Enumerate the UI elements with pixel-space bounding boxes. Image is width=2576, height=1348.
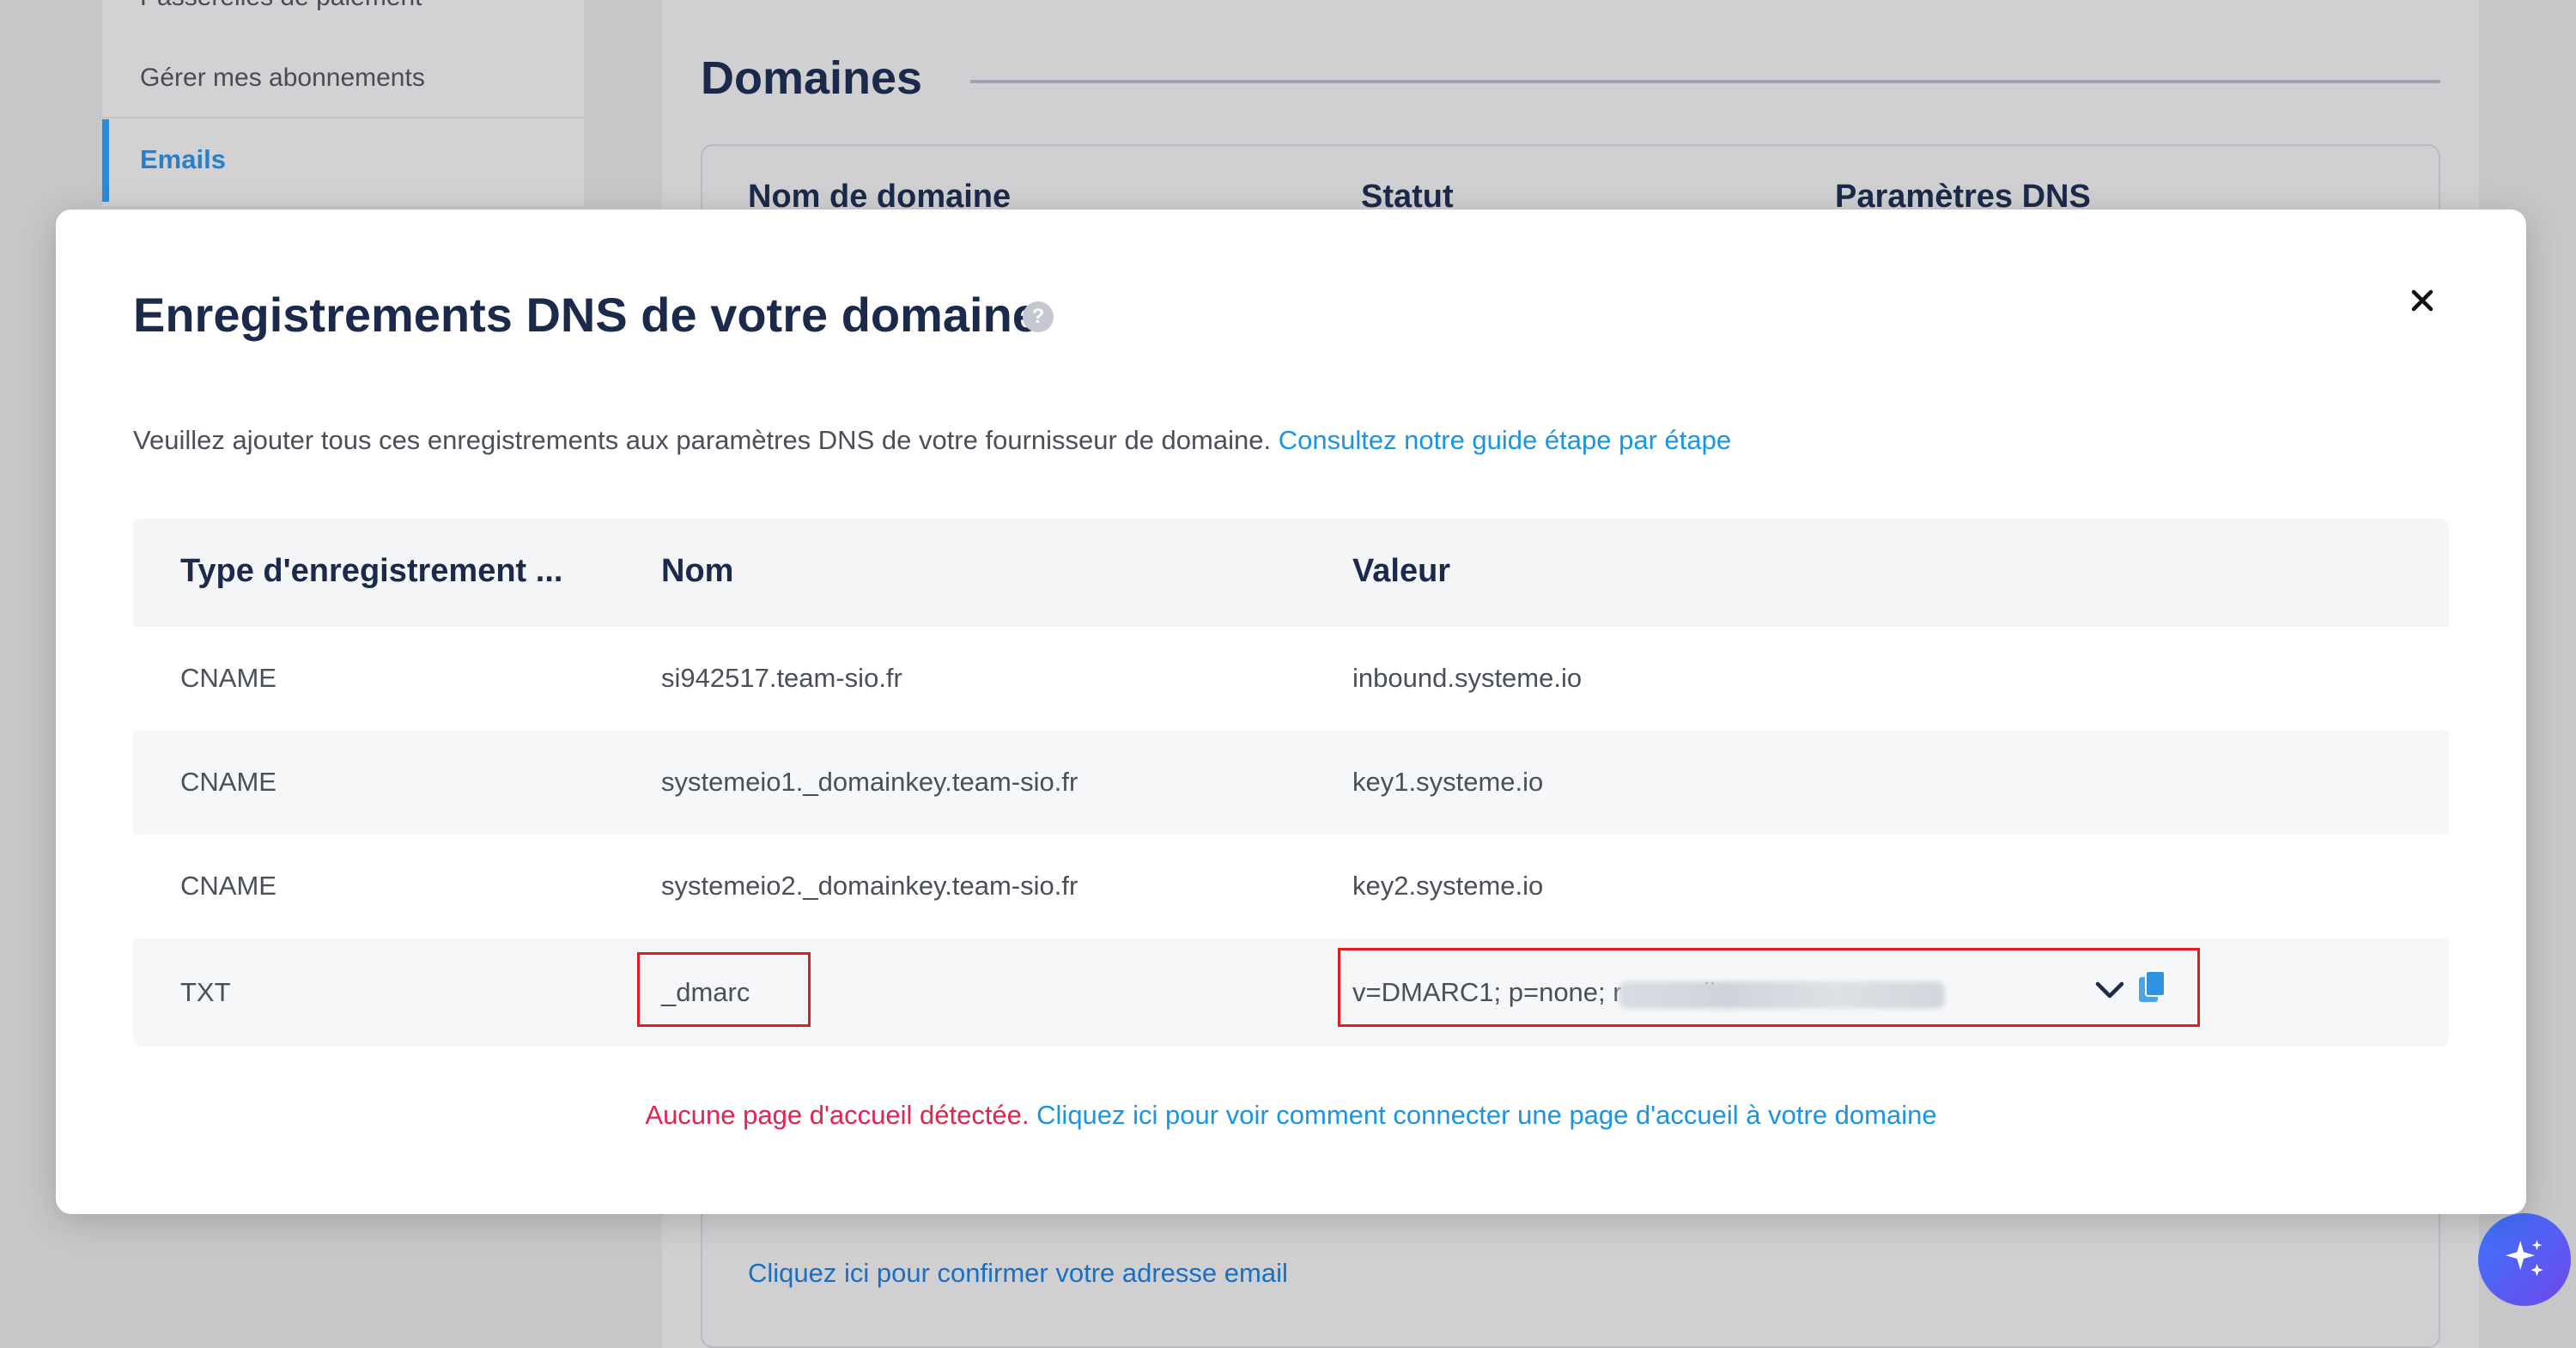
record-type: CNAME: [180, 767, 276, 797]
record-name: systemeio2._domainkey.team-sio.fr: [661, 871, 1078, 901]
record-type: CNAME: [180, 871, 276, 901]
column-header-name: Nom: [661, 553, 734, 589]
record-type: CNAME: [180, 663, 276, 693]
sidebar-item-subscriptions[interactable]: Gérer mes abonnements: [140, 64, 425, 93]
modal-description: Veuillez ajouter tous ces enregistrement…: [133, 425, 1731, 456]
record-value: key1.systeme.io: [1352, 767, 1544, 797]
sidebar-divider: [102, 117, 584, 118]
name-highlight-box: [637, 952, 811, 1027]
record-name: systemeio1._domainkey.team-sio.fr: [661, 767, 1078, 797]
table-header-row: Type d'enregistrement ... Nom Valeur: [133, 519, 2449, 627]
table-row: CNAME systemeio2._domainkey.team-sio.fr …: [133, 835, 2449, 938]
title-divider: [970, 80, 2440, 83]
record-value: key2.systeme.io: [1352, 871, 1544, 901]
close-button[interactable]: [2402, 280, 2443, 321]
sidebar-item-emails[interactable]: Emails: [140, 144, 226, 175]
description-text: Veuillez ajouter tous ces enregistrement…: [133, 425, 1272, 455]
assistant-button[interactable]: [2478, 1213, 2571, 1306]
copy-icon[interactable]: [2137, 969, 2166, 1004]
close-icon: [2411, 289, 2433, 312]
sidebar-active-indicator: [102, 119, 109, 202]
record-type: TXT: [180, 977, 231, 1007]
guide-link[interactable]: Consultez notre guide étape par étape: [1279, 425, 1731, 455]
dns-records-modal: Enregistrements DNS de votre domaine ? V…: [56, 209, 2526, 1214]
no-homepage-warning: Aucune page d'accueil détectée.: [645, 1100, 1030, 1130]
question-circle-icon[interactable]: ?: [1023, 301, 1054, 332]
connect-homepage-link[interactable]: Cliquez ici pour voir comment connecter …: [1036, 1100, 1936, 1130]
column-header-value: Valeur: [1352, 553, 1451, 589]
sparkle-icon: [2506, 1240, 2543, 1277]
table-row: CNAME si942517.team-sio.fr inbound.syste…: [133, 627, 2449, 731]
page-title: Domaines: [701, 52, 923, 104]
modal-title: Enregistrements DNS de votre domaine: [133, 288, 1039, 342]
homepage-notice: Aucune page d'accueil détectée. Cliquez …: [56, 1100, 2526, 1131]
record-name: si942517.team-sio.fr: [661, 663, 902, 693]
redacted-email: [1619, 981, 1945, 1009]
sidebar: [102, 0, 584, 206]
table-row: CNAME systemeio1._domainkey.team-sio.fr …: [133, 731, 2449, 835]
record-value: inbound.systeme.io: [1352, 663, 1583, 693]
sidebar-item-payment-gateways[interactable]: Passerelles de paiement: [140, 0, 422, 12]
confirm-email-link[interactable]: Cliquez ici pour confirmer votre adresse…: [748, 1258, 1288, 1289]
chevron-down-icon[interactable]: [2093, 977, 2126, 1003]
column-header-record-type: Type d'enregistrement ...: [180, 553, 563, 589]
